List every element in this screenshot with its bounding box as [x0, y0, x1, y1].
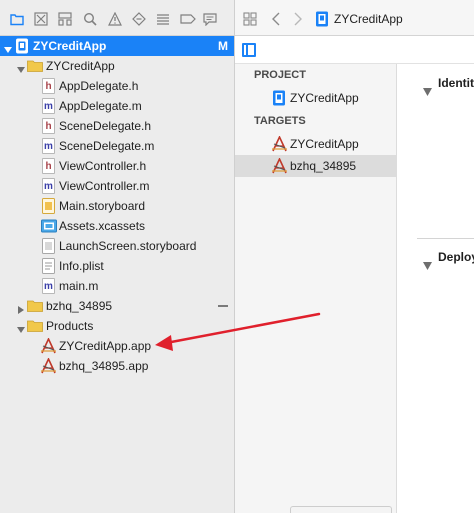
- xcode-project-icon: [14, 38, 30, 54]
- header-file-icon: h: [42, 118, 58, 134]
- project-file-icon: [315, 11, 329, 30]
- targets-section-header: TARGETS: [254, 115, 306, 127]
- storyboard-file-icon: [42, 238, 58, 254]
- identity-section-header[interactable]: Identit: [397, 70, 474, 96]
- symbol-navigator-icon[interactable]: [58, 12, 72, 26]
- tree-row-label: SceneDelegate.h: [59, 119, 152, 133]
- header-file-icon: h: [42, 78, 58, 94]
- tree-row-label: ZYCreditApp: [46, 59, 115, 73]
- project-targets-list: PROJECT ZYCreditApp TARGETS ZYCreditApp …: [235, 64, 397, 513]
- tree-row-label: bzhq_34895: [46, 299, 113, 313]
- project-editor: ZYCreditApp PROJECT ZYCreditApp TARGETS …: [235, 0, 474, 513]
- jump-bar-crumb[interactable]: ZYCreditApp: [334, 12, 403, 26]
- tree-row-folder[interactable]: Products: [0, 316, 234, 336]
- tree-row-label: ZYCreditApp: [33, 39, 107, 53]
- section-title: Identit: [438, 76, 474, 90]
- folder-icon: [27, 318, 43, 334]
- project-navigator: ZYCreditApp M ZYCreditApp h AppDelegate.…: [0, 0, 234, 513]
- find-navigator-icon[interactable]: [83, 12, 97, 26]
- tree-row-label: ViewController.h: [59, 159, 147, 173]
- tree-row-label: bzhq_34895.app: [59, 359, 149, 373]
- tree-row-label: AppDelegate.m: [59, 99, 142, 113]
- app-target-icon: [271, 135, 287, 152]
- breakpoint-navigator-icon[interactable]: [180, 12, 196, 26]
- tree-row-project[interactable]: ZYCreditApp M: [0, 36, 234, 56]
- test-navigator-icon[interactable]: [132, 12, 146, 26]
- tree-row-file[interactable]: Info.plist: [0, 256, 234, 276]
- navigator-toolbar: [0, 0, 234, 36]
- build-settings-pane: Identit Deploy: [397, 64, 474, 513]
- app-product-icon: [40, 337, 56, 354]
- forward-arrow-icon[interactable]: [294, 12, 302, 29]
- folder-icon: [27, 298, 43, 314]
- target-list-item[interactable]: ZYCreditApp: [235, 133, 396, 155]
- project-section-header: PROJECT: [254, 69, 306, 81]
- disclosure-open-icon[interactable]: [16, 61, 26, 73]
- tree-row-file[interactable]: h ViewController.h: [0, 156, 234, 176]
- bottom-control-edge: [290, 506, 392, 513]
- source-control-status-badge: M: [218, 39, 228, 53]
- disclosure-open-icon[interactable]: [423, 253, 432, 270]
- tree-row-label: Products: [46, 319, 94, 333]
- disclosure-closed-icon[interactable]: [16, 301, 26, 314]
- related-items-icon[interactable]: [243, 12, 257, 29]
- target-list-item-selected[interactable]: bzhq_34895: [235, 155, 396, 177]
- tree-row-file[interactable]: Main.storyboard: [0, 196, 234, 216]
- disclosure-open-icon[interactable]: [3, 41, 13, 53]
- source-file-icon: m: [42, 98, 58, 114]
- app-target-icon: [271, 157, 287, 174]
- tree-row-label: Main.storyboard: [59, 199, 146, 213]
- target-list-item-label: bzhq_34895: [290, 159, 357, 173]
- source-file-icon: m: [42, 138, 58, 154]
- sidebar-toggle-icon[interactable]: [242, 43, 256, 57]
- disclosure-open-icon[interactable]: [423, 79, 432, 96]
- tree-row-file[interactable]: m main.m: [0, 276, 234, 296]
- editor-tab-bar: [235, 36, 474, 64]
- tree-row-label: AppDelegate.h: [59, 79, 139, 93]
- tree-row-file[interactable]: m SceneDelegate.m: [0, 136, 234, 156]
- tree-row-file[interactable]: h SceneDelegate.h: [0, 116, 234, 136]
- tree-row-folder[interactable]: ZYCreditApp: [0, 56, 234, 76]
- tree-row-label: LaunchScreen.storyboard: [59, 239, 197, 253]
- debug-navigator-icon[interactable]: [156, 12, 170, 26]
- modified-indicator: [218, 305, 228, 307]
- jump-bar: ZYCreditApp: [235, 0, 474, 36]
- project-navigator-icon[interactable]: [10, 12, 24, 26]
- project-list-item[interactable]: ZYCreditApp: [235, 87, 396, 109]
- tree-row-file[interactable]: LaunchScreen.storyboard: [0, 236, 234, 256]
- tree-row-label: Assets.xcassets: [59, 219, 146, 233]
- project-list-item-label: ZYCreditApp: [290, 91, 359, 105]
- tree-row-label: Info.plist: [59, 259, 104, 273]
- tree-row-product[interactable]: bzhq_34895.app: [0, 356, 234, 376]
- tree-row-label: SceneDelegate.m: [59, 139, 155, 153]
- disclosure-open-icon[interactable]: [16, 321, 26, 333]
- target-list-item-label: ZYCreditApp: [290, 137, 359, 151]
- folder-icon: [27, 58, 43, 74]
- tree-row-file[interactable]: m AppDelegate.m: [0, 96, 234, 116]
- tree-row-file[interactable]: m ViewController.m: [0, 176, 234, 196]
- source-file-icon: m: [42, 178, 58, 194]
- tree-row-folder[interactable]: bzhq_34895: [0, 296, 234, 316]
- assets-catalog-icon: [41, 218, 57, 234]
- tree-row-label: main.m: [59, 279, 99, 293]
- header-file-icon: h: [42, 158, 58, 174]
- tree-row-file[interactable]: h AppDelegate.h: [0, 76, 234, 96]
- section-divider: [417, 238, 474, 239]
- tree-row-product[interactable]: ZYCreditApp.app: [0, 336, 234, 356]
- source-control-icon[interactable]: [34, 12, 48, 26]
- tree-row-label: ZYCreditApp.app: [59, 339, 152, 353]
- section-title: Deploy: [438, 250, 474, 264]
- tree-row-file[interactable]: Assets.xcassets: [0, 216, 234, 236]
- tree-row-label: ViewController.m: [59, 179, 150, 193]
- app-product-icon: [40, 357, 56, 374]
- report-navigator-icon[interactable]: [203, 12, 217, 27]
- plist-file-icon: [42, 258, 58, 274]
- back-arrow-icon[interactable]: [272, 12, 280, 29]
- deployment-section-header[interactable]: Deploy: [397, 244, 474, 270]
- issue-navigator-icon[interactable]: [108, 11, 122, 26]
- source-file-icon: m: [42, 278, 58, 294]
- xcode-project-icon: [272, 90, 288, 106]
- storyboard-file-icon: [42, 198, 58, 214]
